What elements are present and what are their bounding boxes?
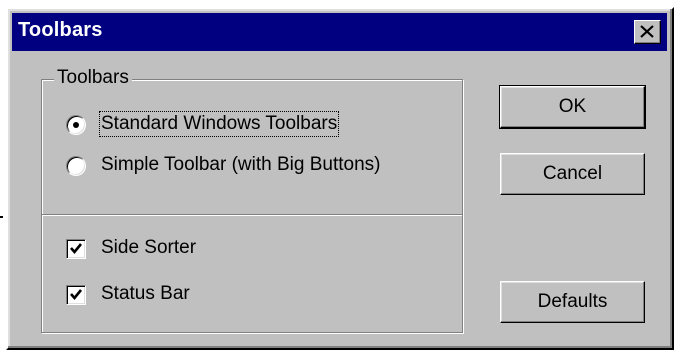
group-legend: Toolbars xyxy=(54,67,132,89)
title-bar[interactable]: Toolbars xyxy=(12,13,667,51)
ok-button[interactable]: OK xyxy=(499,85,646,129)
close-button[interactable] xyxy=(634,20,661,44)
group-divider xyxy=(42,214,462,216)
radio-dot xyxy=(73,122,79,128)
radio-button[interactable] xyxy=(66,115,86,135)
radio-label: Standard Windows Toolbars xyxy=(98,111,340,137)
radio-button[interactable] xyxy=(66,156,86,176)
checkbox[interactable] xyxy=(66,239,86,259)
close-icon xyxy=(640,25,654,38)
cancel-button[interactable]: Cancel xyxy=(500,153,645,195)
defaults-button[interactable]: Defaults xyxy=(500,281,645,323)
checkbox[interactable] xyxy=(66,285,86,305)
checkmark-icon xyxy=(70,289,83,301)
window-title: Toolbars xyxy=(18,19,103,41)
stray-mark xyxy=(0,216,3,218)
checkmark-icon xyxy=(70,243,83,255)
checkbox-label: Side Sorter xyxy=(101,237,197,258)
radio-label: Simple Toolbar (with Big Buttons) xyxy=(101,154,381,175)
toolbars-dialog: Toolbars Toolbars Standard Windows Toolb… xyxy=(6,7,674,350)
toolbars-group: Toolbars Standard Windows Toolbars Simpl… xyxy=(41,67,463,333)
checkbox-label: Status Bar xyxy=(101,283,190,304)
